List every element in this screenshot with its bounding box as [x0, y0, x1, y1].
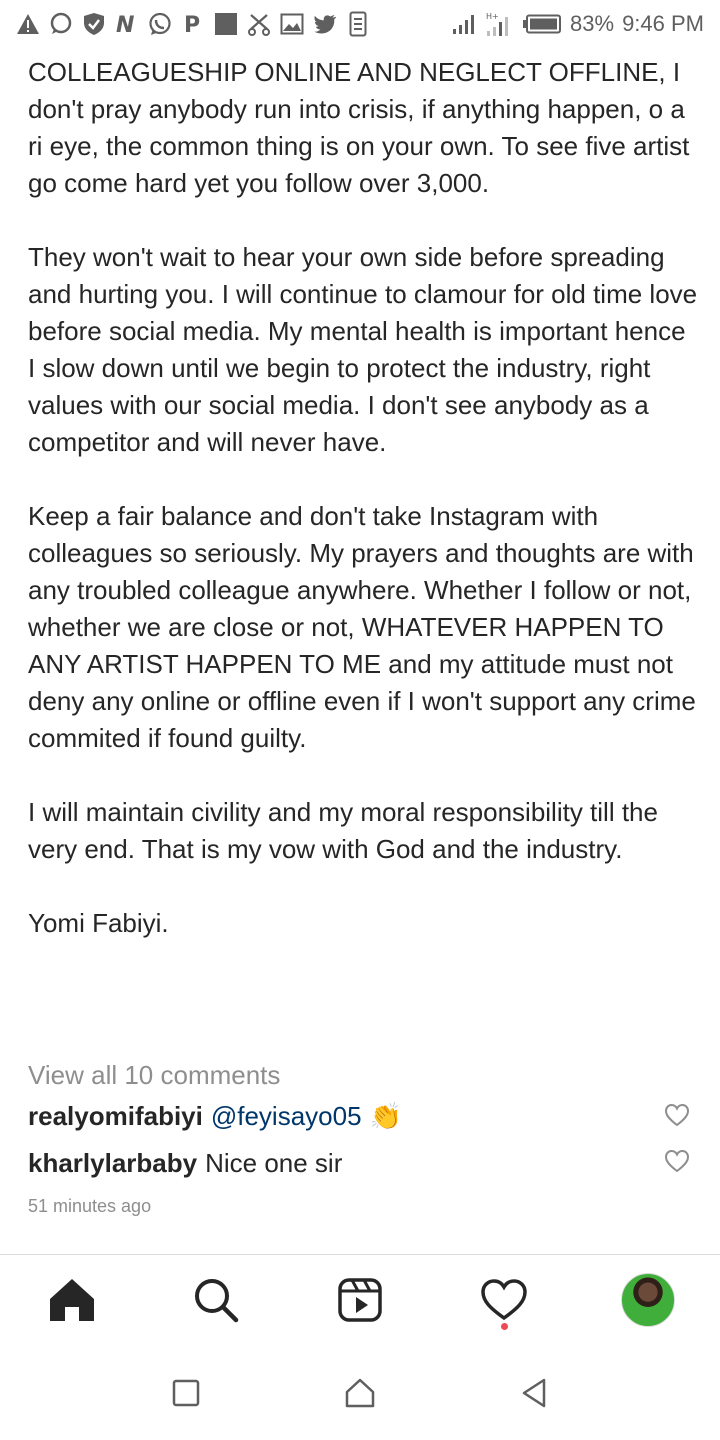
home-button[interactable] — [344, 1377, 376, 1409]
tab-activity[interactable] — [476, 1272, 532, 1330]
clock: 9:46 PM — [622, 11, 704, 36]
tab-search[interactable] — [188, 1272, 244, 1328]
comment-username[interactable]: realyomifabiyi — [28, 1101, 203, 1132]
message-icon — [49, 12, 73, 36]
svg-text:H+: H+ — [486, 12, 499, 21]
comment-text: Nice one sir — [205, 1148, 343, 1178]
activity-heart-icon — [481, 1279, 527, 1321]
comment-username[interactable]: kharlylarbaby — [28, 1148, 197, 1179]
search-icon — [195, 1279, 239, 1323]
alert-icon — [16, 12, 40, 36]
system-navigation-bar — [0, 1345, 720, 1440]
battery-percent: 83% — [570, 11, 615, 36]
scissors-icon — [247, 12, 271, 36]
comment-like-heart-icon[interactable] — [664, 1103, 690, 1127]
svg-text:P: P — [184, 13, 200, 35]
caption-paragraph: COLLEAGUESHIP ONLINE AND NEGLECT OFFLINE… — [28, 57, 690, 198]
system-status: H+ 83% 9:46 PM — [452, 11, 704, 37]
battery-icon — [522, 12, 562, 36]
view-all-comments-link[interactable]: View all 10 comments — [28, 1060, 280, 1091]
tab-home[interactable] — [44, 1272, 100, 1328]
notification-dot — [501, 1323, 508, 1330]
comment-row: realyomifabiyi @feyisayo05 👏 — [28, 1101, 648, 1132]
status-bar: N P H+ 83% 9:46 PM — [0, 0, 720, 48]
p-icon: P — [181, 12, 205, 36]
tab-reels[interactable] — [332, 1272, 388, 1328]
comment-mention[interactable]: @feyisayo05 — [211, 1101, 362, 1132]
shield-icon — [82, 12, 106, 36]
bottom-tab-bar — [0, 1255, 720, 1345]
whatsapp-icon — [148, 12, 172, 36]
clap-emoji: 👏 — [369, 1101, 402, 1131]
reels-icon — [338, 1278, 382, 1322]
square-icon — [214, 12, 238, 36]
signal-icon — [452, 12, 476, 36]
recents-button[interactable] — [171, 1378, 201, 1408]
tab-profile[interactable] — [620, 1272, 676, 1328]
profile-avatar — [621, 1273, 675, 1327]
home-icon — [50, 1279, 94, 1321]
svg-text:N: N — [116, 13, 134, 35]
signal-h-plus-icon: H+ — [484, 12, 514, 36]
notification-icons: N P — [16, 11, 370, 37]
comment-row: kharlylarbaby Nice one sir — [28, 1148, 648, 1179]
twitter-icon — [313, 12, 337, 36]
phone-icon — [346, 11, 370, 37]
caption-signature: Yomi Fabiyi. — [28, 908, 169, 938]
caption-paragraph: Keep a fair balance and don't take Insta… — [28, 501, 696, 753]
back-button[interactable] — [519, 1377, 549, 1409]
comment-like-heart-icon[interactable] — [664, 1149, 690, 1173]
caption-paragraph: I will maintain civility and my moral re… — [28, 797, 658, 864]
post-timestamp: 51 minutes ago — [28, 1196, 152, 1216]
image-icon — [280, 12, 304, 36]
n-icon: N — [115, 12, 139, 36]
post-caption: COLLEAGUESHIP ONLINE AND NEGLECT OFFLINE… — [28, 54, 698, 942]
caption-paragraph: They won't wait to hear your own side be… — [28, 242, 698, 457]
